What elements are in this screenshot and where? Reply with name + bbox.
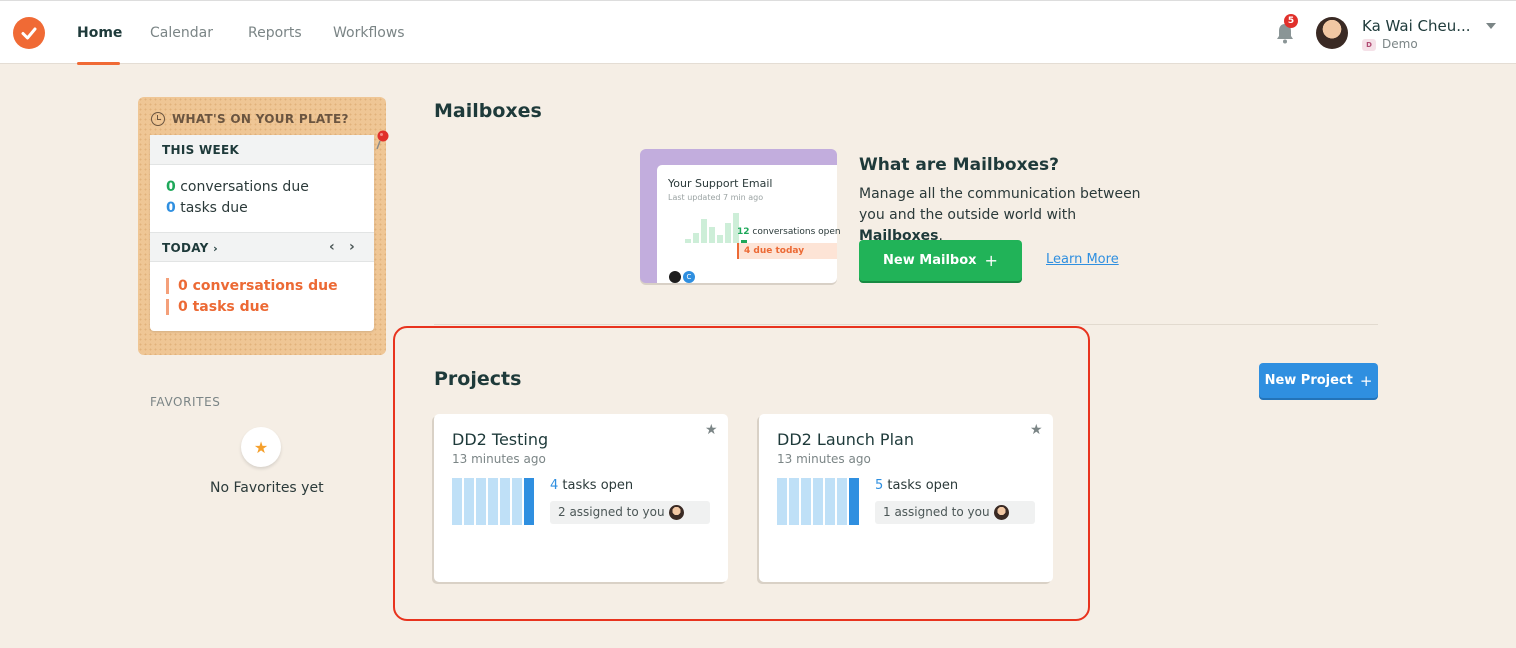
user-name[interactable]: Ka Wai Cheu... <box>1362 17 1471 35</box>
preview-avatar <box>669 271 681 283</box>
progress-segment <box>524 478 534 525</box>
preview-chart-bar <box>709 227 715 243</box>
tasks-open: 4 tasks open <box>550 478 634 493</box>
progress-segment <box>837 478 847 525</box>
favorites-empty-text: No Favorites yet <box>210 480 324 496</box>
top-nav-bar: Home Calendar Reports Workflows 5 Ka Wai… <box>0 0 1516 65</box>
notifications-count-badge: 5 <box>1284 14 1298 28</box>
mailboxes-heading: Mailboxes <box>434 100 542 122</box>
org-name: Demo <box>1382 37 1418 51</box>
active-nav-indicator <box>77 62 120 65</box>
progress-segment <box>464 478 474 525</box>
progress-segment <box>500 478 510 525</box>
user-avatar[interactable] <box>1316 17 1348 49</box>
assignee-avatar <box>669 505 684 520</box>
mailboxes-promo-title: What are Mailboxes? <box>859 155 1060 175</box>
project-card[interactable]: DD2 Launch Plan 13 minutes ago ★ 5 tasks… <box>759 414 1053 582</box>
user-menu-caret-icon[interactable] <box>1486 23 1496 29</box>
new-project-label: New Project <box>1264 373 1353 388</box>
mailbox-preview-card: Your Support Email Last updated 7 min ag… <box>657 165 841 283</box>
preview-updated-text: Last updated 7 min ago <box>668 193 764 202</box>
preview-chart-bar <box>693 233 699 243</box>
preview-due-today: 4 due today <box>737 243 837 259</box>
preview-open-count: 12 conversations open <box>737 227 841 237</box>
today-tasks-due[interactable]: 0 tasks due <box>166 299 269 315</box>
preview-chart-bar <box>717 235 723 243</box>
preview-chart-bar <box>701 219 707 243</box>
previous-day-icon[interactable]: ‹ <box>329 239 335 255</box>
plus-icon: + <box>1359 371 1373 390</box>
plate-inner-card: THIS WEEK 0 conversations due 0 tasks du… <box>150 130 389 331</box>
today-label[interactable]: TODAY › <box>162 241 218 255</box>
week-conversations-count: 0 <box>166 179 176 195</box>
section-divider <box>434 324 1378 325</box>
nav-home[interactable]: Home <box>77 25 122 41</box>
project-card[interactable]: DD2 Testing 13 minutes ago ★ 4 tasks ope… <box>434 414 728 582</box>
new-mailbox-button[interactable]: New Mailbox + <box>859 240 1022 281</box>
progress-segment <box>825 478 835 525</box>
project-progress-bars <box>452 478 534 525</box>
week-conversations-due[interactable]: 0 conversations due <box>166 179 309 195</box>
preview-chart-bar <box>725 223 731 243</box>
new-project-button[interactable]: New Project + <box>1259 363 1378 398</box>
progress-segment <box>476 478 486 525</box>
progress-segment <box>801 478 811 525</box>
week-tasks-count: 0 <box>166 200 176 216</box>
progress-segment <box>789 478 799 525</box>
favorite-star-icon[interactable]: ★ <box>705 422 718 438</box>
org-badge: D <box>1362 39 1376 51</box>
today-chevron-icon: › <box>213 242 219 255</box>
progress-segment <box>813 478 823 525</box>
clock-icon <box>151 112 165 126</box>
week-conversations-text: conversations due <box>180 179 309 195</box>
plate-title: WHAT'S ON YOUR PLATE? <box>172 112 349 126</box>
next-day-icon[interactable]: › <box>349 239 355 255</box>
favorites-title: FAVORITES <box>150 395 221 409</box>
progress-segment <box>849 478 859 525</box>
this-week-header: THIS WEEK <box>150 135 374 165</box>
tasks-open: 5 tasks open <box>875 478 959 493</box>
assigned-to-you[interactable]: 1 assigned to you <box>875 501 1035 524</box>
assignee-avatar <box>994 505 1009 520</box>
learn-more-link[interactable]: Learn More <box>1046 252 1119 267</box>
week-tasks-due[interactable]: 0 tasks due <box>166 200 248 216</box>
this-week-label: THIS WEEK <box>162 143 240 157</box>
project-updated-time: 13 minutes ago <box>777 452 871 466</box>
progress-segment <box>488 478 498 525</box>
nav-reports[interactable]: Reports <box>248 25 302 41</box>
mailbox-illustration: Your Support Email Last updated 7 min ag… <box>640 149 841 283</box>
push-pin-icon <box>376 130 389 150</box>
preview-mailbox-title: Your Support Email <box>668 177 773 190</box>
project-progress-bars <box>777 478 859 525</box>
project-updated-time: 13 minutes ago <box>452 452 546 466</box>
today-conversations-due[interactable]: 0 conversations due <box>166 278 338 294</box>
favorites-star-icon: ★ <box>241 427 281 467</box>
progress-segment <box>452 478 462 525</box>
app-logo-icon[interactable] <box>13 17 45 49</box>
projects-heading: Projects <box>434 368 522 390</box>
progress-segment <box>777 478 787 525</box>
assigned-to-you[interactable]: 2 assigned to you <box>550 501 710 524</box>
plate-widget: WHAT'S ON YOUR PLATE? THIS WEEK 0 conver… <box>138 97 389 355</box>
preview-chart-bar <box>685 239 691 243</box>
new-mailbox-label: New Mailbox <box>883 253 977 268</box>
today-header: TODAY › ‹ › <box>150 232 374 262</box>
favorite-star-icon[interactable]: ★ <box>1030 422 1043 438</box>
project-name[interactable]: DD2 Launch Plan <box>777 430 914 449</box>
mailboxes-promo-description: Manage all the communication between you… <box>859 186 1141 244</box>
plus-icon: + <box>984 251 998 270</box>
nav-workflows[interactable]: Workflows <box>333 25 405 41</box>
week-tasks-text: tasks due <box>180 200 248 216</box>
project-name[interactable]: DD2 Testing <box>452 430 548 449</box>
nav-calendar[interactable]: Calendar <box>150 25 213 41</box>
progress-segment <box>512 478 522 525</box>
preview-avatar-letter: C <box>683 271 695 283</box>
